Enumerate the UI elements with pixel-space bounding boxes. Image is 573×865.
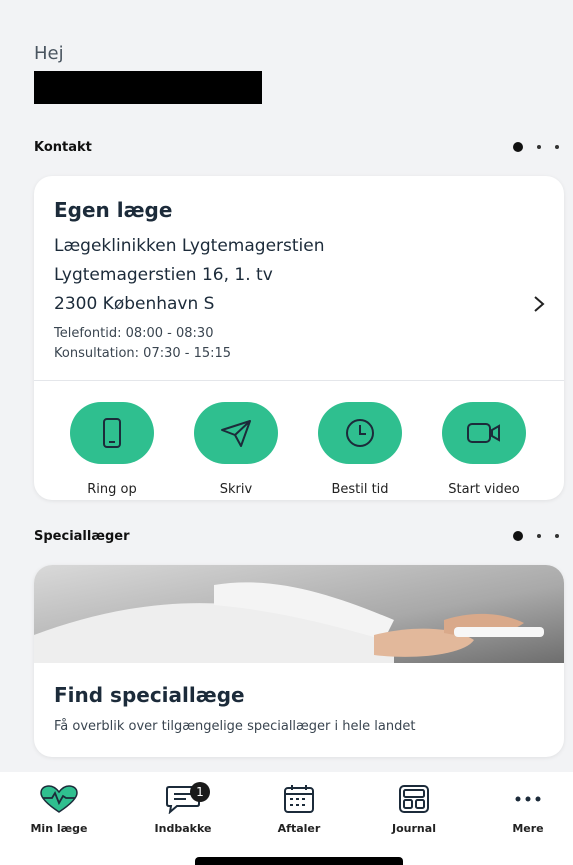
pager-dot-active[interactable] (513, 531, 523, 541)
redacted-username (34, 71, 262, 104)
chevron-right-icon[interactable] (532, 294, 546, 320)
more-icon (515, 796, 541, 802)
write-label: Skriv (219, 482, 253, 497)
book-label: Bestil tid (331, 482, 389, 497)
nav-label-mere: Mere (512, 822, 544, 835)
own-doctor-card[interactable]: Egen læge Lægeklinikken Lygtemagerstien … (34, 176, 564, 500)
unread-badge: 1 (190, 782, 210, 802)
clinic-name: Lægeklinikken Lygtemagerstien (54, 236, 325, 256)
heart-pulse-icon (40, 785, 78, 813)
specialists-pager-dots[interactable] (513, 531, 559, 541)
video-label: Start video (448, 482, 520, 497)
bottom-navigation: Min læge 1 Indbakke Aftaler Journal Mere (0, 772, 573, 865)
nav-label-indbakke: Indbakke (154, 822, 212, 835)
home-indicator (195, 857, 403, 865)
pager-dot[interactable] (537, 145, 541, 149)
phone-hours: Telefontid: 08:00 - 08:30 (54, 326, 214, 341)
phone-icon[interactable] (70, 402, 154, 464)
pager-dot[interactable] (537, 534, 541, 538)
find-specialist-card[interactable]: Find speciallæge Få overblik over tilgæn… (34, 565, 564, 757)
contact-pager-dots[interactable] (513, 142, 559, 152)
nav-item-min-laege[interactable]: Min læge (14, 784, 104, 835)
nav-item-mere[interactable]: Mere (483, 784, 573, 835)
start-video-button[interactable]: Start video (434, 402, 534, 497)
specialist-banner-image (34, 565, 564, 663)
pager-dot-active[interactable] (513, 142, 523, 152)
book-appointment-button[interactable]: Bestil tid (310, 402, 410, 497)
pager-dot[interactable] (555, 534, 559, 538)
nav-item-aftaler[interactable]: Aftaler (254, 784, 344, 835)
send-icon[interactable] (194, 402, 278, 464)
nav-label-min-laege: Min læge (30, 822, 88, 835)
contact-section-title: Kontakt (34, 140, 92, 155)
nav-label-journal: Journal (392, 822, 436, 835)
address-line1: Lygtemagerstien 16, 1. tv (54, 265, 273, 285)
calendar-icon (284, 785, 314, 813)
call-button[interactable]: Ring op (62, 402, 162, 497)
specialists-section-title: Speciallæger (34, 529, 130, 544)
find-specialist-heading: Find speciallæge (54, 683, 245, 707)
video-icon[interactable] (442, 402, 526, 464)
write-button[interactable]: Skriv (186, 402, 286, 497)
address-line2: 2300 København S (54, 294, 215, 314)
journal-icon (399, 785, 429, 813)
clock-icon[interactable] (318, 402, 402, 464)
nav-item-indbakke[interactable]: 1 Indbakke (138, 782, 228, 835)
call-label: Ring op (87, 482, 137, 497)
find-specialist-description: Få overblik over tilgængelige speciallæg… (54, 719, 416, 734)
greeting-text: Hej (34, 43, 64, 64)
pager-dot[interactable] (555, 145, 559, 149)
own-doctor-heading: Egen læge (54, 198, 173, 222)
card-divider (34, 380, 564, 381)
nav-label-aftaler: Aftaler (277, 822, 321, 835)
nav-item-journal[interactable]: Journal (369, 784, 459, 835)
consult-hours: Konsultation: 07:30 - 15:15 (54, 346, 232, 361)
